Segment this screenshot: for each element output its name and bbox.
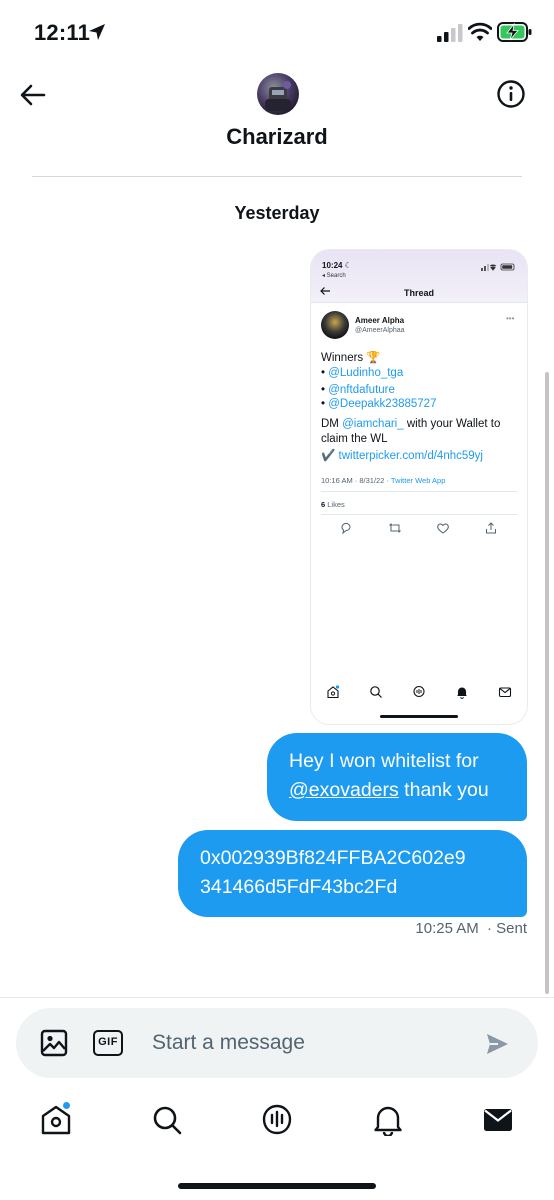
arrow-left-icon[interactable] [18,80,48,110]
shot-divider-likes-bottom [321,514,517,515]
message-2-line-1: 0x002939Bf824FFBA2C602e9 [200,847,466,869]
shot-divider-likes-top [321,491,517,492]
shared-screenshot-image[interactable]: 10:24 ☾ ◂ Search Thread Ameer Alpha @Ame… [311,250,527,724]
shot-home-indicator [380,715,458,718]
header-divider [32,176,522,177]
message-1-line-1: Hey I won whitelist for [289,750,479,772]
shot-author-handle: @AmeerAlphaa [355,327,405,334]
messages-icon[interactable] [482,1104,514,1136]
shot-retweet-icon [389,523,401,533]
cellular-signal-icon [437,24,463,42]
shot-author-name: Ameer Alpha [355,316,405,325]
shot-winner-2: • @nftdafuture [321,384,395,396]
search-icon[interactable] [151,1104,183,1136]
wifi-icon [468,22,492,41]
message-2-line-2: 341466d5FdF43bc2Fd [200,876,398,898]
message-1-line-2: @exovaders thank you [289,779,489,801]
status-bar: 12:11 [0,0,554,66]
chat-title[interactable]: Charizard [0,124,554,150]
message-bubble-1[interactable]: Hey I won whitelist for @exovaders thank… [267,733,527,821]
notifications-icon[interactable] [372,1104,404,1136]
shot-header-title: Thread [403,288,434,298]
gif-button[interactable]: GIF [93,1030,123,1056]
shot-more-icon: ••• [506,314,515,323]
location-arrow-icon [89,24,105,40]
info-circle-icon[interactable] [496,79,526,109]
date-separator: Yesterday [234,203,320,223]
home-notification-dot [62,1101,71,1110]
shot-status-icons [481,263,515,271]
shot-search-icon [370,686,382,698]
send-icon[interactable] [485,1032,509,1056]
shot-author-avatar [321,311,349,339]
shot-winners-line: Winners 🏆 [321,352,381,364]
message-input[interactable] [152,1026,472,1060]
avatar-robot-art [265,81,291,111]
mention-link[interactable]: @exovaders [289,779,399,801]
message-status: · Sent [486,920,527,937]
shot-like-icon [437,523,449,534]
shot-likes: 6 Likes [321,500,345,509]
composer-divider [0,997,554,998]
shot-home-icon [327,685,340,699]
avatar[interactable] [257,73,299,115]
shot-winner-1: • @Ludinho_tga [321,367,404,379]
shot-notifications-icon [457,687,467,699]
image-icon[interactable] [40,1029,68,1057]
shot-messages-icon [498,687,512,698]
shot-meta: 10:16 AM · 8/31/22 · Twitter Web App [321,476,446,485]
status-time: 12:11 [34,20,91,45]
shot-share-icon [486,522,496,534]
shot-claim-line: claim the WL [321,433,388,445]
shot-divider [311,302,527,303]
message-timestamp: 10:25 AM · Sent [415,920,527,937]
shot-dm-line: DM @iamchari_ with your Wallet to [321,418,501,430]
home-indicator[interactable] [178,1183,376,1189]
shot-reply-icon [341,522,351,535]
shot-back-label: ◂ Search [322,273,346,279]
message-composer: GIF [16,1008,538,1078]
shot-spaces-icon [413,685,425,698]
shot-winner-3: • @Deepakk23885727 [321,398,437,410]
shot-time: 10:24 ☾ [322,261,352,270]
battery-charging-icon [497,22,532,42]
spaces-icon[interactable] [261,1104,293,1136]
shot-link-line: ✔️ twitterpicker.com/d/4nhc59yj [321,450,483,462]
scrollbar[interactable] [545,372,549,994]
message-bubble-2[interactable]: 0x002939Bf824FFBA2C602e9 341466d5FdF43bc… [178,830,527,917]
